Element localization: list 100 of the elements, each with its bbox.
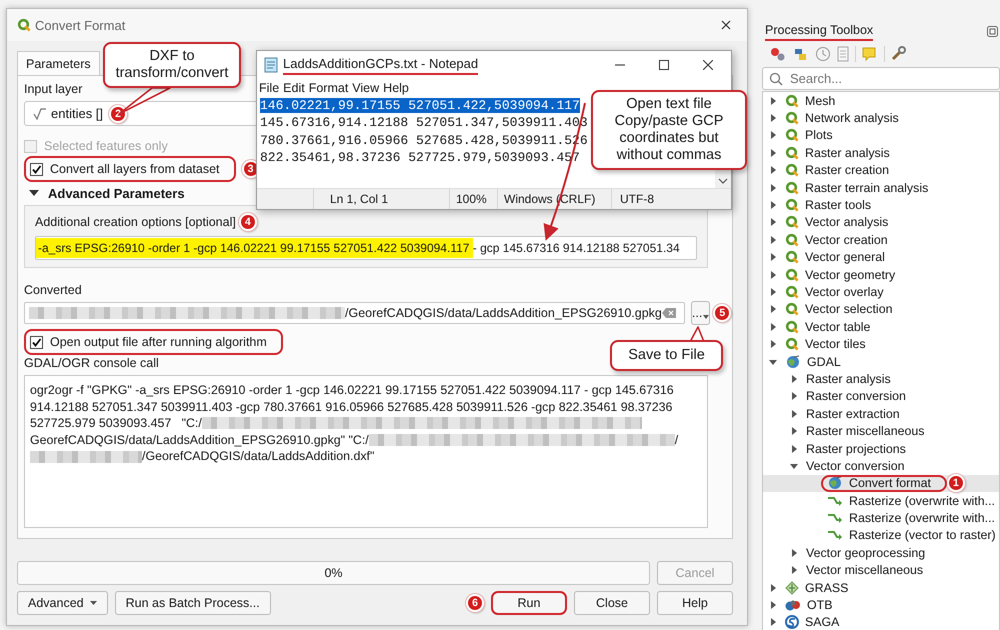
step-badge: 5 xyxy=(713,304,732,322)
collapse-arrow-icon[interactable] xyxy=(790,462,798,470)
menu-item[interactable]: Format xyxy=(308,81,348,95)
menu-item[interactable]: Edit xyxy=(283,81,305,95)
field-label: Input layer xyxy=(24,81,82,97)
tree-item[interactable]: Rasterize (overwrite with... xyxy=(763,492,999,510)
expand-arrow-icon[interactable] xyxy=(790,444,798,452)
expand-arrow-icon[interactable] xyxy=(790,548,798,557)
tree-item[interactable]: Vector selection xyxy=(763,300,999,318)
menu-item[interactable]: View xyxy=(352,81,380,95)
expand-arrow-icon[interactable] xyxy=(769,601,777,610)
search-field[interactable]: Search... xyxy=(762,67,1000,90)
expand-arrow-icon[interactable] xyxy=(790,374,798,383)
menu-item[interactable]: Help xyxy=(383,81,409,95)
globe-icon xyxy=(785,354,801,369)
tree-item[interactable]: Raster analysis xyxy=(763,370,999,388)
expand-arrow-icon[interactable] xyxy=(769,96,777,105)
scroll-down-icon[interactable] xyxy=(718,178,728,184)
step-badge: 1 xyxy=(946,474,965,492)
button[interactable]: Close xyxy=(574,591,650,615)
expand-arrow-icon[interactable] xyxy=(769,201,777,210)
input-field[interactable]: -a_srs EPSG:26910 -order 1 -gcp 146.02221 99.17155 527051.422 5039094.117 - gcp 145.67316 914.12188 527051.34 xyxy=(35,236,697,260)
tree-item[interactable]: OTB xyxy=(763,596,999,614)
tree-item[interactable]: Vector analysis xyxy=(763,214,999,232)
expand-arrow-icon[interactable] xyxy=(769,184,777,192)
tree-item[interactable]: Rasterize (overwrite with... xyxy=(763,509,999,527)
expand-arrow-icon[interactable] xyxy=(769,270,777,279)
logo-icon xyxy=(785,250,799,264)
tab[interactable]: Parameters xyxy=(17,51,100,75)
tree-item[interactable]: Mesh xyxy=(763,92,999,110)
field-label: Converted xyxy=(24,282,82,298)
tree-item[interactable]: Network analysis xyxy=(763,109,999,127)
expand-arrow-icon[interactable] xyxy=(769,340,777,348)
expand-arrow-icon[interactable] xyxy=(769,322,777,331)
checkbox[interactable] xyxy=(30,336,43,348)
tree-item[interactable]: Vector table xyxy=(763,318,999,336)
expand-arrow-icon[interactable] xyxy=(790,566,798,574)
expand-arrow-icon[interactable] xyxy=(790,427,798,436)
window-title: LaddsAdditionGCPs.txt - Notepad xyxy=(283,55,478,75)
console-text: GeorefCADQGIS/data/LaddsAddition_EPSG26910.gpkg" "C:/ xyxy=(30,432,369,448)
expand-arrow-icon[interactable] xyxy=(769,618,777,626)
status-text: Ln 1, Col 1 xyxy=(313,189,449,209)
console-text-area[interactable] xyxy=(24,375,708,528)
tree-item[interactable]: Vector general xyxy=(763,248,999,266)
expand-arrow-icon[interactable] xyxy=(769,166,777,174)
button[interactable]: Help xyxy=(657,591,733,615)
expand-arrow-icon[interactable] xyxy=(769,584,777,592)
float-icon[interactable] xyxy=(987,26,998,37)
logo-icon xyxy=(785,146,799,160)
browse-button[interactable]: ... xyxy=(690,301,710,325)
collapse-arrow-icon[interactable] xyxy=(28,188,40,198)
checkbox-label: Open output file after running algorithm xyxy=(50,335,267,349)
expand-arrow-icon[interactable] xyxy=(769,253,777,262)
tree-item[interactable]: Vector miscellaneous xyxy=(763,562,999,579)
tree-item[interactable]: Raster creation xyxy=(763,162,999,179)
menu-item[interactable]: File xyxy=(259,81,280,95)
tree-item[interactable]: Raster projections xyxy=(763,440,999,458)
notepad-icon xyxy=(263,57,279,73)
tree-item[interactable]: Raster terrain analysis xyxy=(763,178,999,196)
wrench-icon[interactable] xyxy=(890,46,908,62)
clock-icon[interactable] xyxy=(815,46,831,62)
expand-arrow-icon[interactable] xyxy=(769,305,777,314)
button[interactable]: Run xyxy=(491,591,567,615)
tree-item[interactable]: Raster miscellaneous xyxy=(763,422,999,440)
expand-arrow-icon[interactable] xyxy=(790,392,798,400)
tree-item[interactable]: Plots xyxy=(763,126,999,144)
tree-item[interactable]: SAGA xyxy=(763,614,999,630)
checkbox[interactable] xyxy=(30,162,43,176)
expand-arrow-icon[interactable] xyxy=(790,410,798,418)
tree-item[interactable]: Vector overlay xyxy=(763,283,999,301)
line-layer-icon xyxy=(33,108,47,120)
checkbox-label: Convert all layers from dataset xyxy=(50,162,220,176)
expand-arrow-icon[interactable] xyxy=(769,131,777,140)
tree-item[interactable]: Convert format 1 xyxy=(763,474,999,492)
tree-item[interactable]: Vector tiles xyxy=(763,335,999,353)
tree-item[interactable]: Vector conversion xyxy=(763,457,999,475)
close-icon[interactable] xyxy=(721,20,731,30)
maximize-icon[interactable] xyxy=(659,60,669,70)
clear-icon[interactable] xyxy=(662,308,676,318)
tree-item[interactable]: Raster conversion xyxy=(763,388,999,406)
collapse-arrow-icon[interactable] xyxy=(769,358,777,366)
expand-arrow-icon[interactable] xyxy=(769,218,777,226)
button[interactable]: Advanced xyxy=(17,591,108,615)
tree-item[interactable]: GRASS xyxy=(763,578,999,596)
tree-item[interactable]: Raster extraction xyxy=(763,405,999,422)
expand-arrow-icon[interactable] xyxy=(769,114,777,122)
tree-item[interactable]: Vector creation xyxy=(763,231,999,249)
tree-item[interactable]: GDAL xyxy=(763,352,999,370)
tree-item[interactable]: Raster analysis xyxy=(763,144,999,162)
tree-item[interactable]: Vector geometry xyxy=(763,266,999,284)
expand-arrow-icon[interactable] xyxy=(769,236,777,244)
input-field[interactable]: /GeorefCADQGIS/data/LaddsAddition_EPSG26910.gpkg xyxy=(24,302,685,324)
logo-icon xyxy=(785,302,799,316)
close-icon[interactable] xyxy=(703,60,713,70)
expand-arrow-icon[interactable] xyxy=(769,288,777,296)
tree-item[interactable]: Vector geoprocessing xyxy=(763,544,999,562)
button[interactable]: Run as Batch Process... xyxy=(114,591,271,615)
tree-item[interactable]: Raster tools xyxy=(763,196,999,214)
tree-item[interactable]: Rasterize (vector to raster) xyxy=(763,526,999,544)
expand-arrow-icon[interactable] xyxy=(769,148,777,157)
